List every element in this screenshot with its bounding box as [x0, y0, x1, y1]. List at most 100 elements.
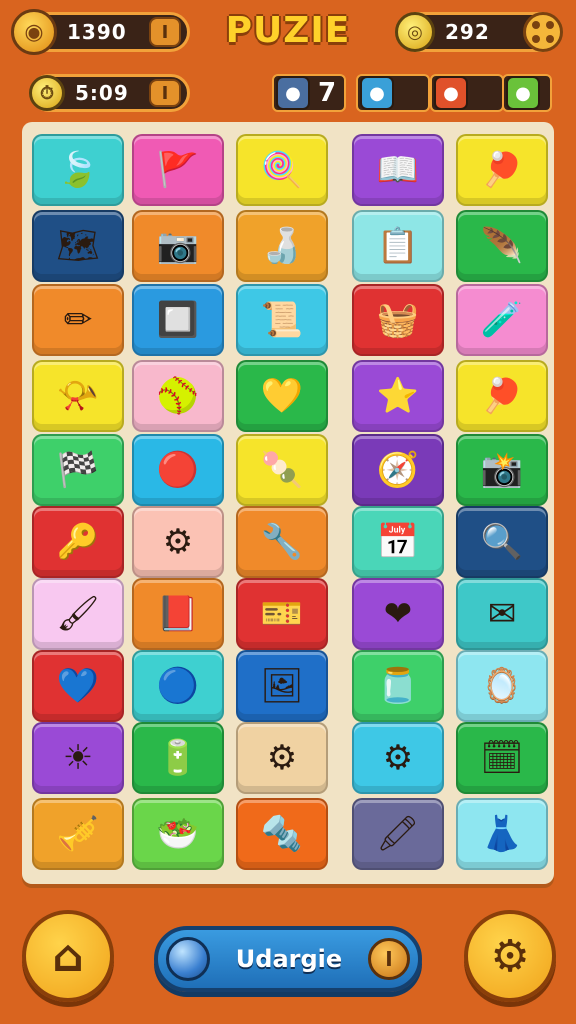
tile-r7-c4[interactable]: ❤: [352, 578, 444, 650]
book-open-icon: 📖: [376, 150, 420, 190]
tile-r6-c5[interactable]: 🔍: [456, 506, 548, 578]
ball-icon: 🥎: [156, 376, 200, 416]
frame-icon: 🖼: [260, 666, 304, 706]
tile-r1-c3[interactable]: 🍭: [236, 134, 328, 206]
tile-r5-c2[interactable]: 🔴: [132, 434, 224, 506]
tile-r8-c1[interactable]: 💙: [32, 650, 124, 722]
tile-r3-c5[interactable]: 🧪: [456, 284, 548, 356]
tile-r3-c4[interactable]: 🧺: [352, 284, 444, 356]
powerup-shuffle[interactable]: ●: [356, 74, 430, 112]
tile-r4-c1[interactable]: 📯: [32, 360, 124, 432]
lollipop-icon: 🍭: [260, 150, 304, 190]
tile-r4-c3[interactable]: 💛: [236, 360, 328, 432]
mace-icon: 🍡: [260, 450, 304, 490]
chip-icon: 🔲: [156, 300, 200, 340]
settings-button[interactable]: ⚙: [464, 910, 556, 1002]
tile-r1-c5[interactable]: 🏓: [456, 134, 548, 206]
tile-r8-c4[interactable]: 🫙: [352, 650, 444, 722]
tile-r8-c5[interactable]: 🪞: [456, 650, 548, 722]
tile-r5-c3[interactable]: 🍡: [236, 434, 328, 506]
tile-r1-c2[interactable]: 🚩: [132, 134, 224, 206]
heart-icon: 💛: [260, 376, 304, 416]
camera-icon: 📷: [156, 226, 200, 266]
tile-r7-c5[interactable]: ✉: [456, 578, 548, 650]
tile-r9-c1[interactable]: ☀: [32, 722, 124, 794]
upgrade-button[interactable]: Udargie I: [154, 926, 422, 992]
clipboard-icon: 📋: [376, 226, 420, 266]
gold-coin-icon: ◎: [395, 12, 435, 52]
trumpet-icon: 🎺: [56, 814, 100, 854]
star-icon: ●: [434, 76, 468, 110]
horn-icon: 📯: [56, 376, 100, 416]
gear-icon: ⚙: [490, 930, 530, 982]
powerup-hint[interactable]: ● 7: [272, 74, 346, 112]
tile-r8-c2[interactable]: 🔵: [132, 650, 224, 722]
tile-r6-c3[interactable]: 🔧: [236, 506, 328, 578]
magnifier-icon: 🔍: [480, 522, 524, 562]
book-icon: 📕: [156, 594, 200, 634]
tile-r10-c1[interactable]: 🎺: [32, 798, 124, 870]
battery-icon: 🔋: [156, 738, 200, 778]
tile-r4-c2[interactable]: 🥎: [132, 360, 224, 432]
tile-r7-c1[interactable]: 🖌: [32, 578, 124, 650]
upgrade-plus-icon: I: [368, 938, 410, 980]
tile-r2-c1[interactable]: 🗺: [32, 210, 124, 282]
clock-icon: ⏱: [29, 75, 65, 111]
calendar-icon: 🗓: [480, 738, 524, 778]
bowl-icon: 🥗: [156, 814, 200, 854]
flag-icon: 🏁: [56, 450, 100, 490]
potion-icon: 🧪: [480, 300, 524, 340]
scroll-icon: 📜: [260, 300, 304, 340]
tile-r9-c5[interactable]: 🗓: [456, 722, 548, 794]
add-time-button[interactable]: I: [149, 79, 181, 107]
tile-r3-c2[interactable]: 🔲: [132, 284, 224, 356]
tile-r2-c3[interactable]: 🍶: [236, 210, 328, 282]
tile-r2-c4[interactable]: 📋: [352, 210, 444, 282]
tile-r10-c4[interactable]: 🖍: [352, 798, 444, 870]
tile-r4-c5[interactable]: 🏓: [456, 360, 548, 432]
tile-r5-c5[interactable]: 📸: [456, 434, 548, 506]
pot-icon: 🧺: [376, 300, 420, 340]
tile-r9-c4[interactable]: ⚙: [352, 722, 444, 794]
leaf-icon: 🍃: [56, 150, 100, 190]
powerup-bomb[interactable]: ●: [430, 74, 504, 112]
tile-r10-c5[interactable]: 👗: [456, 798, 548, 870]
key-icon: 🔑: [56, 522, 100, 562]
tile-r9-c3[interactable]: ⚙: [236, 722, 328, 794]
compass-icon: 🧭: [376, 450, 420, 490]
home-icon: ⌂: [52, 930, 84, 982]
heart-icon: ❤: [383, 594, 413, 634]
camera-icon: 📸: [480, 450, 524, 490]
tile-r2-c5[interactable]: 🪶: [456, 210, 548, 282]
brush-icon: 🖌: [56, 594, 100, 634]
cross-icon: ●: [360, 76, 394, 110]
tile-r10-c2[interactable]: 🥗: [132, 798, 224, 870]
gear-icon: ⚙: [162, 522, 194, 562]
tile-r1-c4[interactable]: 📖: [352, 134, 444, 206]
gem-counter: ◎ 292: [395, 12, 563, 52]
tile-r3-c3[interactable]: 📜: [236, 284, 328, 356]
feather-icon: 🪶: [480, 226, 524, 266]
tile-r10-c3[interactable]: 🔩: [236, 798, 328, 870]
powerup-swap[interactable]: ●: [502, 74, 552, 112]
tile-r7-c2[interactable]: 📕: [132, 578, 224, 650]
tile-r6-c1[interactable]: 🔑: [32, 506, 124, 578]
bottle-icon: 🍶: [260, 226, 304, 266]
tile-r9-c2[interactable]: 🔋: [132, 722, 224, 794]
tile-r6-c4[interactable]: 📅: [352, 506, 444, 578]
tile-r8-c3[interactable]: 🖼: [236, 650, 328, 722]
gear-icon: ⚙: [266, 738, 298, 778]
ball-icon: 🔴: [156, 450, 200, 490]
ticket-icon: 🎫: [260, 594, 304, 634]
tile-r5-c4[interactable]: 🧭: [352, 434, 444, 506]
menu-button[interactable]: [523, 12, 563, 52]
tile-r1-c1[interactable]: 🍃: [32, 134, 124, 206]
tile-r6-c2[interactable]: ⚙: [132, 506, 224, 578]
home-button[interactable]: ⌂: [22, 910, 114, 1002]
tile-r7-c3[interactable]: 🎫: [236, 578, 328, 650]
tile-r3-c1[interactable]: ✏: [32, 284, 124, 356]
tile-r4-c4[interactable]: ⭐: [352, 360, 444, 432]
tile-r2-c2[interactable]: 📷: [132, 210, 224, 282]
tile-r5-c1[interactable]: 🏁: [32, 434, 124, 506]
ball-icon: 🔵: [156, 666, 200, 706]
